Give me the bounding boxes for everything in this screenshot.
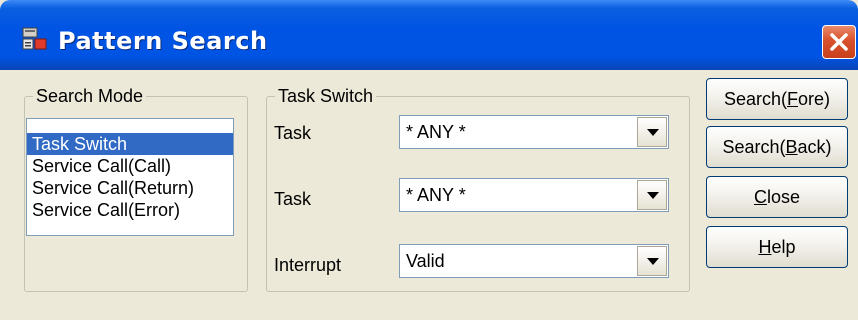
interrupt-label: Interrupt: [274, 255, 342, 275]
pattern-search-app-icon: [22, 27, 48, 51]
list-item-task-switch[interactable]: Task Switch: [27, 133, 233, 155]
task-combo-2-value: * ANY *: [406, 185, 466, 205]
title-bar[interactable]: Pattern Search: [0, 0, 858, 70]
pattern-search-dialog: Pattern Search Search Mode Task Switch S…: [0, 0, 858, 320]
search-back-mnemonic: B: [785, 137, 798, 157]
chevron-down-icon: [647, 129, 659, 136]
search-fore-mnemonic: F: [787, 89, 798, 109]
list-item-service-call-call[interactable]: Service Call(Call): [27, 155, 233, 177]
task-combo-2-dropdown-button[interactable]: [637, 180, 667, 210]
chevron-down-icon: [647, 258, 659, 265]
interrupt-combo[interactable]: Valid: [399, 244, 669, 278]
help-mnemonic: H: [758, 237, 772, 257]
task-label: Task: [274, 123, 312, 143]
task-combo-value: * ANY *: [406, 122, 466, 142]
search-back-label-end: ack): [797, 137, 832, 157]
search-mode-group-title: Search Mode: [33, 85, 147, 107]
close-icon: [830, 33, 848, 51]
interrupt-combo-dropdown-button[interactable]: [637, 246, 667, 276]
window-title: Pattern Search: [58, 27, 268, 55]
close-label-end: lose: [766, 187, 801, 207]
help-button[interactable]: Help: [706, 226, 848, 268]
search-mode-listbox[interactable]: Task Switch Service Call(Call) Service C…: [26, 118, 234, 236]
search-fore-button[interactable]: Search(Fore): [706, 78, 848, 120]
chevron-down-icon: [647, 192, 659, 199]
search-fore-label-end: ore): [798, 89, 831, 109]
interrupt-combo-value: Valid: [406, 251, 445, 271]
task-combo[interactable]: * ANY *: [399, 115, 669, 149]
task-switch-group-title: Task Switch: [275, 85, 377, 107]
close-window-button[interactable]: [822, 25, 856, 59]
close-button[interactable]: Close: [706, 176, 848, 218]
help-label-end: elp: [771, 237, 796, 257]
search-back-label-start: Search(: [722, 137, 786, 157]
list-item-service-call-return[interactable]: Service Call(Return): [27, 177, 233, 199]
close-mnemonic: C: [753, 187, 767, 207]
task-combo-dropdown-button[interactable]: [637, 117, 667, 147]
search-back-button[interactable]: Search(Back): [706, 126, 848, 168]
search-fore-label-start: Search(: [723, 89, 787, 109]
task-combo-2[interactable]: * ANY *: [399, 178, 669, 212]
list-item-service-call-error[interactable]: Service Call(Error): [27, 199, 233, 221]
task-label-2: Task: [274, 189, 312, 209]
